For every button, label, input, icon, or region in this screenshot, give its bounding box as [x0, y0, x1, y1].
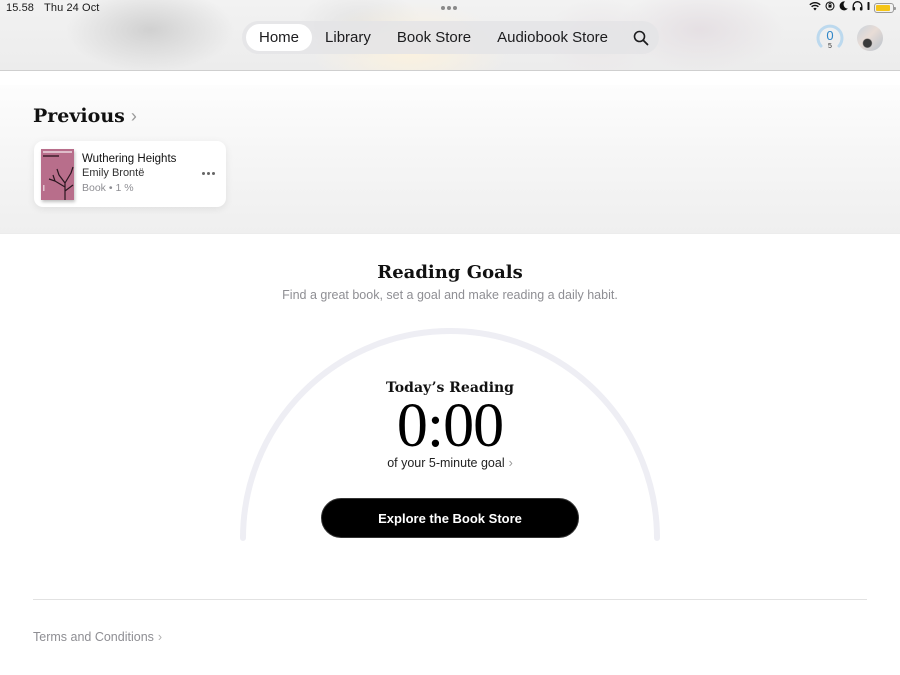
status-bar-left: 15.58 Thu 24 Oct: [6, 2, 99, 14]
status-time: 15.58: [6, 2, 35, 14]
status-bar-right: [809, 1, 896, 15]
wifi-icon: [809, 1, 821, 15]
goal-ring-minutes: 0: [826, 28, 834, 43]
tab-audiobook-store[interactable]: Audiobook Store: [484, 24, 621, 51]
terms-and-conditions-link[interactable]: Terms and Conditions ›: [33, 630, 162, 644]
tab-library[interactable]: Library: [312, 24, 384, 51]
orientation-lock-icon: [825, 1, 835, 15]
headphones-icon: [852, 1, 863, 15]
goal-text: of your 5-minute goal: [387, 456, 505, 470]
tab-home[interactable]: Home: [246, 24, 313, 51]
book-cover: [41, 149, 74, 200]
tab-bar: Home Library Book Store Audiobook Store: [242, 21, 659, 54]
previous-heading-link[interactable]: Previous ›: [33, 105, 137, 127]
reading-goal-ring-button[interactable]: 0 5: [816, 24, 844, 52]
headphone-battery-icon: [867, 1, 870, 15]
battery-icon: [874, 3, 896, 13]
multitasking-dots-icon[interactable]: [441, 6, 457, 10]
book-author: Emily Brontë: [82, 167, 145, 179]
status-date: Thu 24 Oct: [44, 2, 100, 14]
previous-heading: Previous: [33, 105, 125, 127]
top-header: 15.58 Thu 24 Oct Home Library Book Store…: [0, 0, 900, 71]
battery-level: [876, 5, 890, 11]
book-meta: Book • 1 %: [82, 182, 134, 194]
previous-section: Previous › Wuthering Heights Emily Bront…: [0, 85, 900, 234]
footer-divider: [33, 599, 867, 600]
chevron-right-icon: ›: [130, 105, 137, 126]
search-icon: [633, 30, 649, 45]
reading-goal-link[interactable]: of your 5-minute goal ›: [0, 456, 900, 470]
chevron-right-icon: ›: [157, 630, 163, 644]
book-card[interactable]: Wuthering Heights Emily Brontë Book • 1 …: [34, 141, 226, 207]
chevron-right-icon: ›: [508, 456, 513, 470]
profile-avatar[interactable]: [857, 25, 883, 51]
explore-book-store-button[interactable]: Explore the Book Store: [321, 498, 579, 538]
reading-goals-subtitle: Find a great book, set a goal and make r…: [282, 288, 618, 302]
tree-illustration-icon: [43, 166, 74, 200]
moon-icon: [839, 1, 848, 15]
more-options-icon[interactable]: [198, 165, 218, 181]
book-title: Wuthering Heights: [82, 153, 177, 165]
tab-book-store[interactable]: Book Store: [384, 24, 484, 51]
reading-timer: 0:00: [396, 392, 504, 460]
terms-label: Terms and Conditions: [33, 630, 154, 644]
goal-ring-target: 5: [828, 43, 832, 50]
reading-goals-title: Reading Goals: [377, 262, 523, 283]
search-button[interactable]: [627, 24, 655, 51]
